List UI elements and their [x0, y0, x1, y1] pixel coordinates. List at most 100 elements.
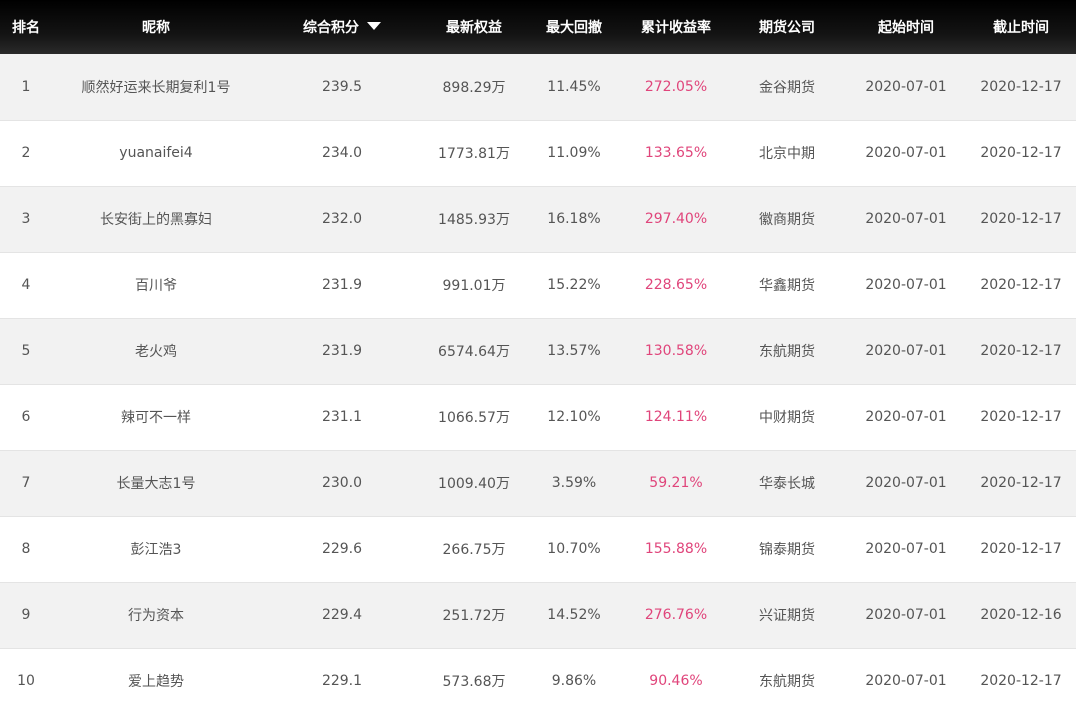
company-cell: 华泰长城	[759, 476, 815, 492]
return-cell: 59.21%	[649, 475, 703, 491]
return-cell: 228.65%	[644, 277, 708, 293]
score-cell: 239.5	[321, 78, 363, 95]
header-equity-label: 最新权益	[446, 20, 502, 36]
start-date-cell: 2020-07-01	[865, 475, 947, 491]
nickname-cell: 长量大志1号	[116, 476, 196, 492]
nickname-cell: 辣可不一样	[121, 410, 191, 426]
equity-cell: 266.75万	[442, 542, 506, 558]
caret-down-icon[interactable]	[367, 22, 381, 30]
return-cell: 90.46%	[649, 673, 703, 689]
table-row: 3 长安街上的黑寡妇 232.0 1485.93万 16.18% 297.40% 徽商期货 2…	[0, 186, 1076, 252]
score-cell: 231.9	[321, 343, 363, 359]
drawdown-cell: 3.59%	[551, 475, 597, 491]
equity-cell: 1485.93万	[438, 212, 510, 228]
header-drawdown-label: 最大回撤	[546, 20, 602, 36]
drawdown-cell: 15.22%	[547, 277, 601, 293]
end-date-cell: 2020-12-17	[980, 343, 1062, 359]
header-return: 累计收益率	[624, 0, 728, 54]
rank-cell: 3	[21, 211, 31, 227]
score-cell: 229.6	[321, 541, 363, 557]
score-cell: 231.9	[321, 277, 363, 293]
table-row: 2 yuanaifei4 234.0 1773.81万 11.09% 133.65% 北京中…	[0, 120, 1076, 186]
company-cell: 北京中期	[759, 146, 815, 162]
table-row: 8 彭江浩3 229.6 266.75万 10.70% 155.88% 锦泰期货 2020-0…	[0, 516, 1076, 582]
nickname-cell: 顺然好运来长期复利1号	[81, 79, 231, 96]
return-cell: 276.76%	[644, 607, 708, 623]
table-row: 6 辣可不一样 231.1 1066.57万 12.10% 124.11% 中财期货 2020…	[0, 384, 1076, 450]
start-date-cell: 2020-07-01	[865, 541, 947, 557]
drawdown-cell: 16.18%	[547, 211, 601, 227]
drawdown-cell: 11.45%	[547, 78, 601, 95]
score-cell: 234.0	[321, 145, 363, 161]
table-row: 5 老火鸡 231.9 6574.64万 13.57% 130.58% 东航期货 2020-0…	[0, 318, 1076, 384]
equity-cell: 1773.81万	[438, 146, 510, 162]
equity-cell: 1009.40万	[438, 476, 510, 492]
end-date-cell: 2020-12-17	[980, 277, 1062, 293]
nickname-cell: 百川爷	[135, 278, 177, 294]
equity-cell: 1066.57万	[438, 410, 510, 426]
end-date-cell: 2020-12-17	[980, 673, 1062, 689]
company-cell: 兴证期货	[759, 608, 815, 624]
score-cell: 232.0	[321, 211, 363, 227]
nickname-cell: 长安街上的黑寡妇	[100, 212, 212, 228]
header-nickname: 昵称	[52, 0, 260, 54]
nickname-cell: 彭江浩3	[130, 542, 182, 558]
start-date-cell: 2020-07-01	[865, 211, 947, 227]
table-row: 10 爱上趋势 229.1 573.68万 9.86% 90.46% 东航期货 2020-07…	[0, 648, 1076, 712]
company-cell: 锦泰期货	[759, 542, 815, 558]
equity-cell: 898.29万	[442, 79, 506, 96]
start-date-cell: 2020-07-01	[865, 277, 947, 293]
table-row: 9 行为资本 229.4 251.72万 14.52% 276.76% 兴证期货 2020-0…	[0, 582, 1076, 648]
rank-cell: 9	[21, 607, 31, 623]
header-drawdown: 最大回撤	[524, 0, 624, 54]
equity-cell: 573.68万	[442, 674, 506, 690]
end-date-cell: 2020-12-17	[980, 211, 1062, 227]
score-cell: 229.1	[321, 673, 363, 689]
end-date-cell: 2020-12-16	[980, 607, 1062, 623]
start-date-cell: 2020-07-01	[865, 409, 947, 425]
end-date-cell: 2020-12-17	[980, 145, 1062, 161]
header-row: 排名 昵称 综合积分 最新权益 最大回撤 累计收益率 期货公司 起始时间 截止时…	[0, 0, 1076, 54]
start-date-cell: 2020-07-01	[865, 607, 947, 623]
company-cell: 东航期货	[759, 674, 815, 690]
equity-cell: 6574.64万	[438, 344, 510, 360]
nickname-cell: 行为资本	[128, 608, 184, 624]
header-score-sort[interactable]: 综合积分	[260, 0, 424, 54]
score-cell: 230.0	[321, 475, 363, 491]
drawdown-cell: 12.10%	[547, 409, 601, 425]
table-header: 排名 昵称 综合积分 最新权益 最大回撤 累计收益率 期货公司 起始时间 截止时…	[0, 0, 1076, 54]
end-date-cell: 2020-12-17	[980, 78, 1062, 95]
score-cell: 231.1	[321, 409, 363, 425]
table-row: 4 百川爷 231.9 991.01万 15.22% 228.65% 华鑫期货 2020-07…	[0, 252, 1076, 318]
return-cell: 155.88%	[644, 541, 708, 557]
equity-cell: 251.72万	[442, 608, 506, 624]
company-cell: 东航期货	[759, 344, 815, 360]
return-cell: 272.05%	[644, 78, 708, 95]
header-rank: 排名	[0, 0, 52, 54]
company-cell: 华鑫期货	[759, 278, 815, 294]
header-company: 期货公司	[728, 0, 846, 54]
start-date-cell: 2020-07-01	[865, 78, 947, 95]
end-date-cell: 2020-12-17	[980, 475, 1062, 491]
table-body: 1 顺然好运来长期复利1号 239.5 898.29万 11.45% 272.05% 金谷期…	[0, 54, 1076, 712]
rank-cell: 7	[21, 475, 31, 491]
rank-cell: 10	[17, 673, 35, 689]
return-cell: 133.65%	[644, 145, 708, 161]
return-cell: 297.40%	[644, 211, 708, 227]
end-date-cell: 2020-12-17	[980, 541, 1062, 557]
rank-cell: 5	[21, 343, 31, 359]
header-company-label: 期货公司	[759, 20, 815, 36]
header-start: 起始时间	[846, 0, 966, 54]
header-equity: 最新权益	[424, 0, 524, 54]
drawdown-cell: 11.09%	[547, 145, 601, 161]
header-score-label[interactable]: 综合积分	[303, 20, 359, 36]
rank-cell: 1	[21, 78, 31, 95]
header-end-label: 截止时间	[993, 20, 1049, 36]
rank-cell: 6	[21, 409, 31, 425]
drawdown-cell: 14.52%	[547, 607, 601, 623]
end-date-cell: 2020-12-17	[980, 409, 1062, 425]
ranking-table: 排名 昵称 综合积分 最新权益 最大回撤 累计收益率 期货公司 起始时间 截止时…	[0, 0, 1076, 712]
rank-cell: 2	[21, 145, 31, 161]
company-cell: 徽商期货	[759, 212, 815, 228]
header-nickname-label: 昵称	[142, 20, 170, 36]
